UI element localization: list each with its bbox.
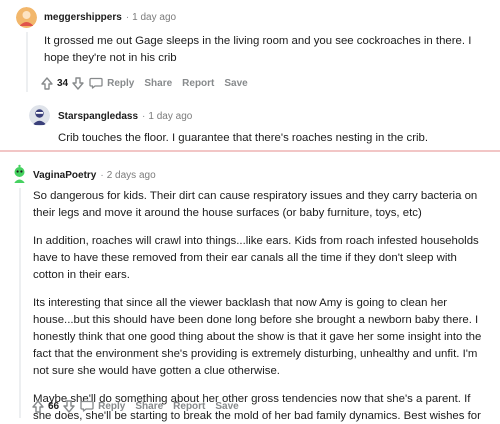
- comment: VaginaPoetry · 2 days ago So dangerous for…: [0, 152, 500, 424]
- comment: meggershippers · 1 day ago It grossed me o…: [0, 0, 500, 95]
- report-button[interactable]: Report: [173, 401, 205, 412]
- comment-time[interactable]: 1 day ago: [132, 12, 176, 23]
- avatar[interactable]: [29, 105, 50, 126]
- upvote-icon[interactable]: [31, 399, 44, 413]
- avatar[interactable]: [16, 7, 37, 28]
- upvote-icon[interactable]: [40, 76, 53, 90]
- reply-icon[interactable]: [80, 400, 94, 412]
- thread-line[interactable]: [19, 188, 21, 418]
- thread-line[interactable]: [26, 32, 28, 92]
- comment-paragraph: In addition, roaches will crawl into thi…: [33, 235, 479, 281]
- comment-paragraph: So dangerous for kids. Their dirt can ca…: [33, 190, 478, 219]
- comment-time[interactable]: 1 day ago: [148, 111, 192, 122]
- avatar[interactable]: [9, 163, 30, 184]
- reply-button[interactable]: Reply: [98, 401, 125, 412]
- save-button[interactable]: Save: [224, 78, 247, 89]
- comment-author[interactable]: VaginaPoetry: [33, 170, 96, 181]
- report-button[interactable]: Report: [182, 78, 214, 89]
- comment-author[interactable]: Starspangledass: [58, 111, 138, 122]
- share-button[interactable]: Share: [135, 401, 163, 412]
- share-button[interactable]: Share: [144, 78, 172, 89]
- separator-dot: ·: [125, 12, 130, 23]
- separator-dot: ·: [100, 170, 104, 181]
- comment-body: So dangerous for kids. Their dirt can ca…: [33, 188, 489, 424]
- comment-paragraph: Crib touches the floor. I guarantee that…: [58, 132, 429, 144]
- downvote-icon[interactable]: [71, 76, 84, 90]
- reply-icon[interactable]: [89, 77, 103, 89]
- comment-author[interactable]: meggershippers: [44, 12, 122, 23]
- comment-reply: Starspangledass · 1 day ago Crib touches t…: [0, 95, 500, 150]
- comment-body: Crib touches the floor. I guarantee that…: [58, 130, 488, 147]
- comment-paragraph: Its interesting that since all the viewe…: [33, 297, 482, 377]
- comment-body: It grossed me out Gage sleeps in the liv…: [44, 33, 489, 67]
- comment-time[interactable]: 2 days ago: [107, 170, 156, 181]
- save-button[interactable]: Save: [215, 401, 238, 412]
- downvote-icon[interactable]: [62, 399, 75, 413]
- vote-count: 34: [57, 77, 69, 89]
- vote-count: 66: [48, 400, 60, 412]
- comment-paragraph: It grossed me out Gage sleeps in the liv…: [44, 35, 472, 64]
- separator-dot: ·: [142, 111, 146, 122]
- reply-button[interactable]: Reply: [107, 78, 134, 89]
